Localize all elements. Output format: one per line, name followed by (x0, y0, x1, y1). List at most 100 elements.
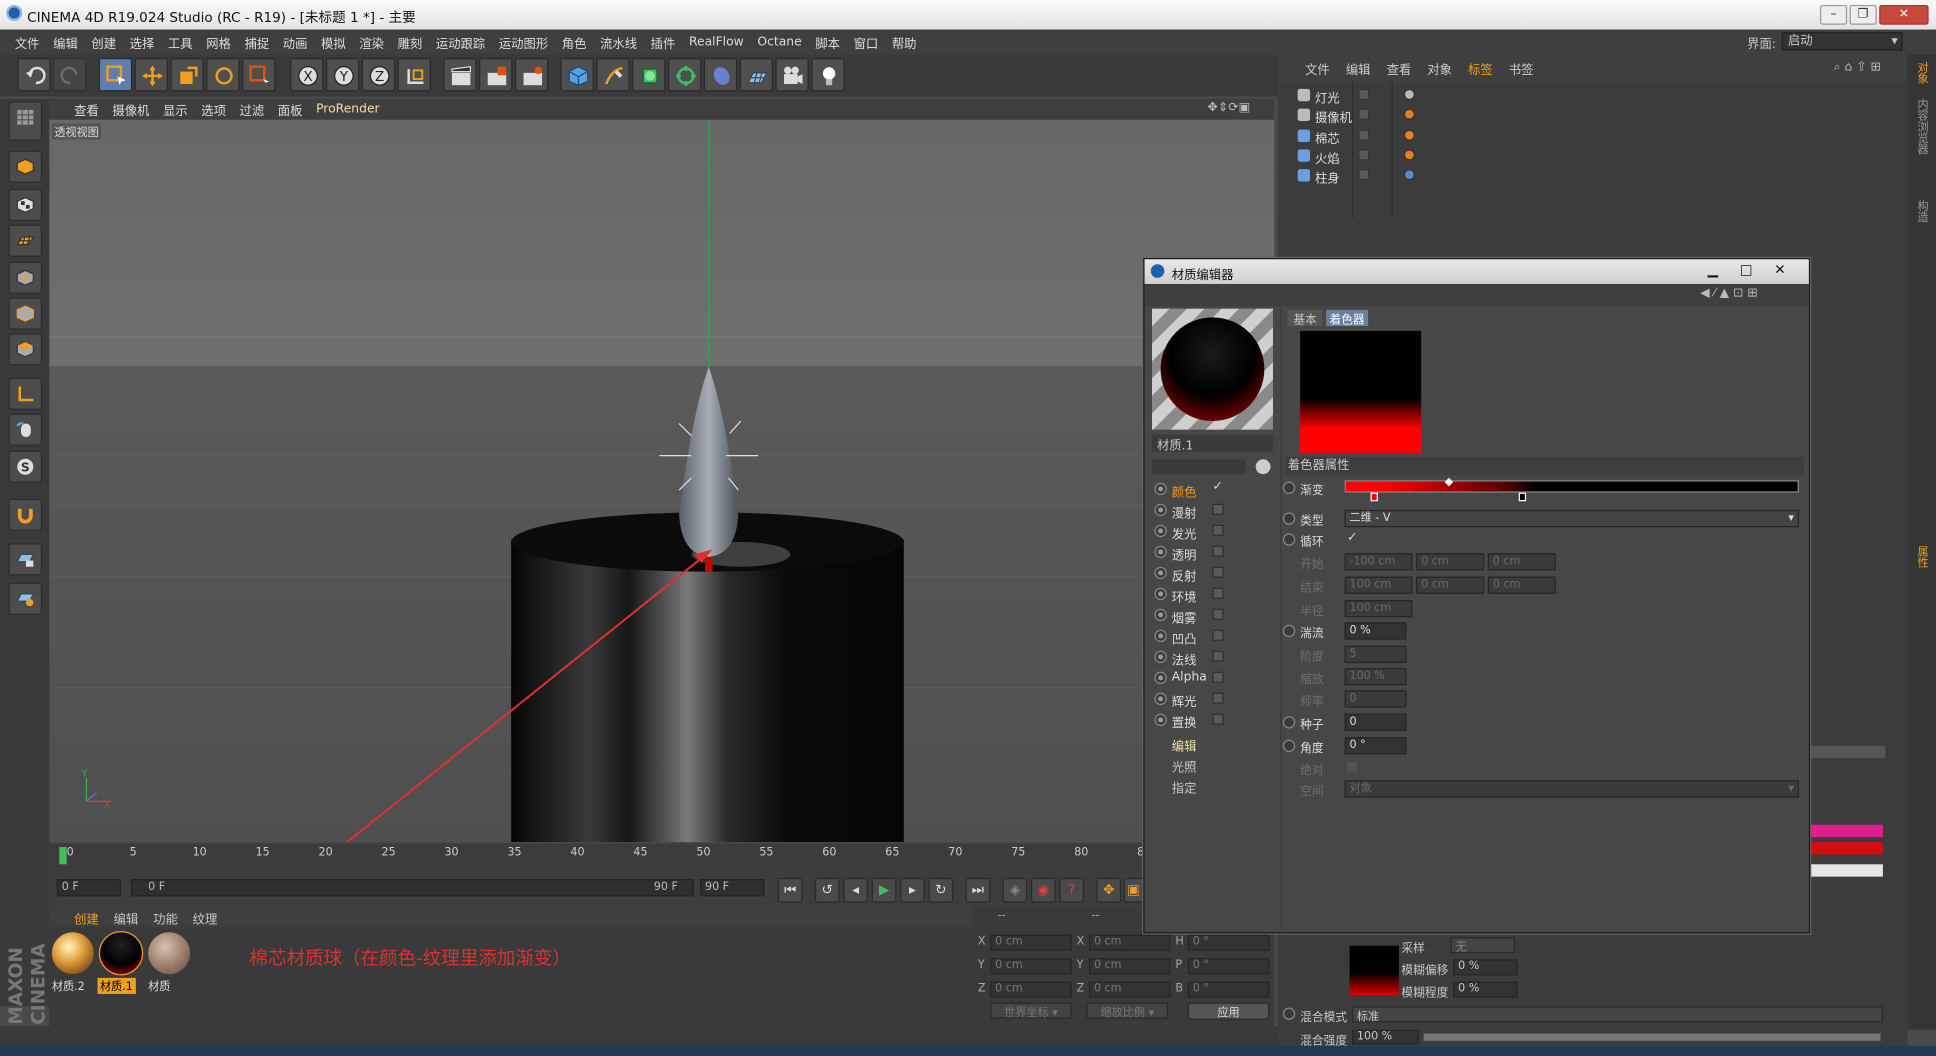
menu-item[interactable]: 捕捉 (244, 33, 269, 52)
material-tag-icon[interactable] (1403, 169, 1415, 181)
material-menu-item[interactable]: 创建 (74, 908, 99, 927)
timeline-ruler[interactable]: 0510152025303540455055606570758085 (49, 843, 1151, 873)
tab-basic[interactable]: 基本 (1287, 309, 1323, 327)
scale-button[interactable] (170, 58, 204, 92)
channel-checkbox[interactable] (1212, 713, 1224, 725)
object-row[interactable]: 火焰 (1288, 146, 1903, 167)
menu-item[interactable]: 网格 (206, 33, 231, 52)
blend-mode-radio[interactable] (1282, 1007, 1296, 1020)
keyframe-help-button[interactable]: ? (1059, 877, 1085, 903)
material-tag-icon[interactable] (1403, 129, 1415, 141)
tab-shader[interactable]: 着色器 (1326, 309, 1369, 327)
menu-item[interactable]: RealFlow (689, 35, 744, 49)
model-mode-button[interactable] (8, 150, 42, 183)
end-y-field[interactable]: 0 cm (1416, 576, 1485, 594)
visibility-toggle[interactable] (1358, 169, 1370, 181)
render-view-button[interactable] (443, 58, 477, 92)
channel-radio[interactable] (1154, 692, 1167, 706)
start-z-field[interactable]: 0 cm (1487, 553, 1556, 571)
perspective-viewport[interactable]: Y X 透视视图 (49, 119, 1275, 843)
editor-link[interactable]: 编辑 (1172, 736, 1197, 755)
material-1-preview[interactable] (98, 930, 144, 976)
move-button[interactable] (134, 58, 168, 92)
pen-button[interactable] (596, 58, 630, 92)
tab-attributes[interactable]: 属性 (1913, 546, 1930, 568)
light-button[interactable] (811, 58, 845, 92)
autokey-button[interactable]: ◉ (1030, 877, 1056, 903)
preview-range-slider[interactable]: 0 F 90 F (130, 879, 694, 897)
up-icon[interactable]: ⇧ (1856, 61, 1866, 75)
tab-content-browser[interactable]: 内容浏览器 (1913, 99, 1930, 155)
channel-checkbox[interactable] (1212, 545, 1224, 557)
channel-row[interactable]: 置换 (1154, 710, 1265, 731)
angle-radio[interactable] (1282, 739, 1296, 752)
menu-item[interactable]: 流水线 (600, 33, 637, 52)
editor-close-button[interactable]: ✕ (1774, 262, 1785, 278)
coord-field[interactable]: 0 cm (1089, 958, 1171, 975)
absolute-checkbox[interactable] (1347, 761, 1357, 772)
material-2-preview[interactable] (51, 932, 94, 975)
maximize-button[interactable]: ❐ (1849, 4, 1877, 25)
new-view-icon[interactable]: ⊞ (1870, 61, 1880, 75)
seed-radio[interactable] (1282, 716, 1296, 729)
octaves-field[interactable]: 5 (1344, 645, 1407, 664)
channel-row[interactable]: 发光 (1154, 521, 1265, 542)
cycle-radio[interactable] (1282, 533, 1296, 546)
material-name-field[interactable]: 材质.1 (1151, 434, 1273, 453)
polygons-mode-button[interactable] (8, 333, 42, 366)
pick-icon[interactable] (1255, 459, 1271, 475)
channel-checkbox[interactable] (1212, 671, 1224, 683)
menu-item[interactable]: 模拟 (321, 33, 346, 52)
material-tag-icon[interactable] (1403, 109, 1415, 121)
angle-field[interactable]: 0 ° (1344, 737, 1407, 755)
material-tag-icon[interactable] (1403, 88, 1415, 101)
end-z-field[interactable]: 0 cm (1487, 576, 1556, 594)
undo-button[interactable] (17, 58, 51, 92)
viewport-menu-item[interactable]: ProRender (316, 102, 380, 116)
channel-radio[interactable] (1154, 482, 1167, 496)
home-icon[interactable]: ⌂ (1844, 61, 1852, 75)
array-button[interactable] (667, 58, 702, 92)
channel-checkbox[interactable] (1212, 629, 1224, 641)
editor-link[interactable]: 指定 (1172, 778, 1197, 797)
object-menu-item[interactable]: 书签 (1509, 59, 1534, 78)
coordinate-mode-select[interactable]: 世界坐标 ▾ (990, 1002, 1072, 1020)
channel-row[interactable]: 颜色 ✓ (1154, 479, 1265, 500)
turbulence-field[interactable]: 0 % (1344, 622, 1407, 640)
menu-item[interactable]: Octane (757, 35, 801, 49)
goto-start-button[interactable]: ⏮ (777, 877, 803, 903)
start-x-field[interactable]: -100 cm (1344, 553, 1413, 571)
channel-row[interactable]: 漫射 (1154, 500, 1265, 521)
axis-mode-button[interactable] (8, 377, 42, 410)
coord-field[interactable]: 0 cm (990, 981, 1072, 998)
scale-field[interactable]: 100 % (1344, 667, 1407, 686)
material-preview-box[interactable] (1151, 308, 1273, 430)
channel-radio[interactable] (1154, 713, 1167, 727)
visibility-toggle[interactable] (1358, 88, 1370, 101)
camera-button[interactable] (775, 58, 809, 92)
next-key-button[interactable]: ↻ (928, 877, 954, 903)
layout-select[interactable]: 启动 ▾ (1781, 32, 1903, 51)
viewport-menu-item[interactable]: 选项 (201, 100, 226, 119)
tab-objects[interactable]: 对象 (1913, 62, 1930, 84)
cycle-checkbox[interactable]: ✓ (1347, 531, 1357, 545)
menu-item[interactable]: 动画 (283, 33, 308, 52)
visibility-toggle[interactable] (1358, 149, 1370, 161)
texture-mode-button[interactable] (8, 188, 42, 222)
menu-item[interactable]: 帮助 (892, 33, 917, 52)
channel-radio[interactable] (1154, 566, 1167, 580)
type-select[interactable]: 二维 - V ▾ (1344, 509, 1799, 528)
close-button[interactable]: ✕ (1879, 4, 1929, 25)
object-row[interactable]: 棉芯 (1288, 125, 1903, 146)
editor-minimize-button[interactable]: ▁ (1708, 262, 1718, 278)
menu-item[interactable]: 渲染 (359, 33, 384, 52)
start-y-field[interactable]: 0 cm (1416, 553, 1485, 571)
channel-row[interactable]: 烟雾 (1154, 605, 1265, 626)
coord-field[interactable]: 0 ° (1187, 981, 1270, 998)
snap-button[interactable]: S (8, 450, 42, 483)
channel-checkbox[interactable] (1212, 608, 1224, 620)
visibility-toggle[interactable] (1358, 129, 1370, 141)
menu-item[interactable]: 选择 (130, 33, 155, 52)
object-row[interactable]: 灯光 (1288, 85, 1903, 106)
sample-select[interactable]: 无 (1450, 937, 1515, 954)
